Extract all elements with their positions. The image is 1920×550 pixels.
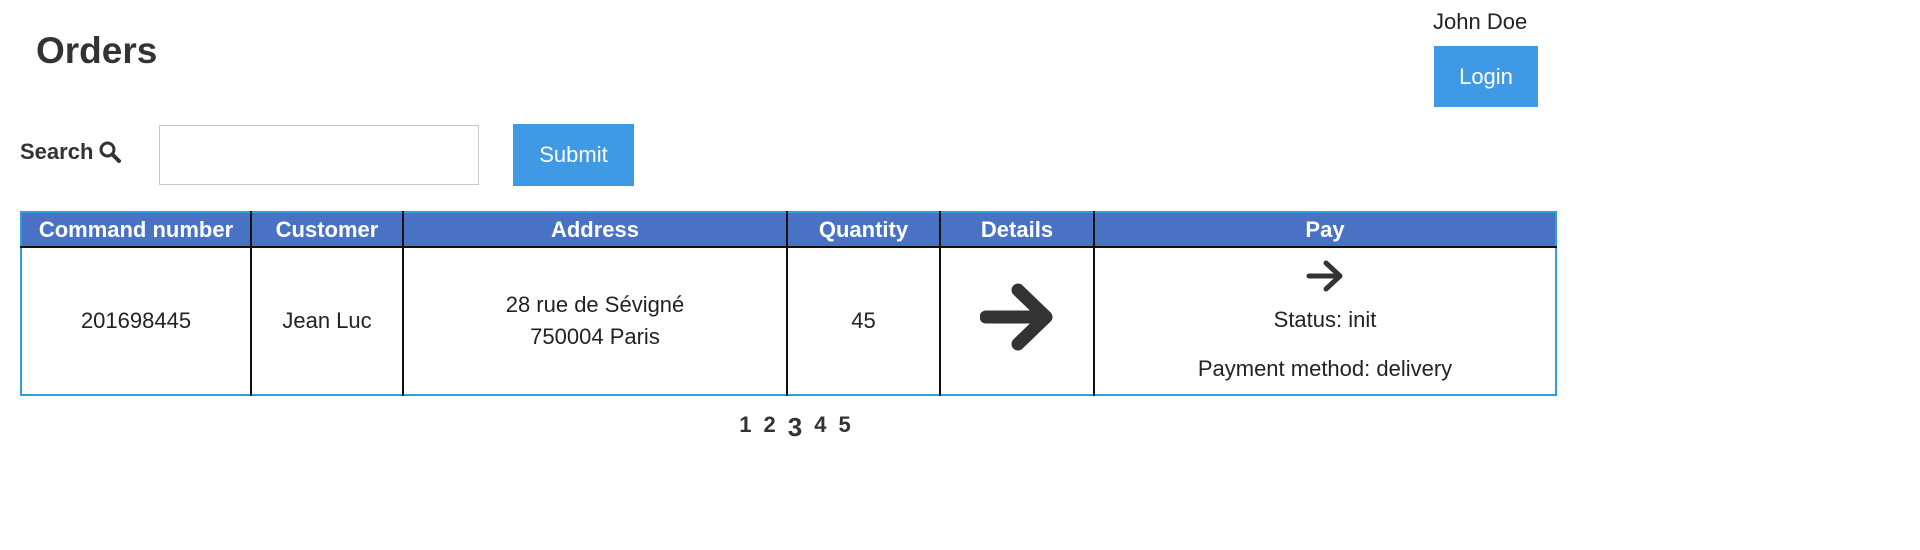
pay-cell: Status: init Payment method: delivery xyxy=(1093,247,1556,395)
column-header-address: Address xyxy=(402,212,787,248)
pagination: 1 2 3 4 5 xyxy=(0,412,1590,443)
column-header-customer: Customer xyxy=(250,212,403,248)
column-header-pay: Pay xyxy=(1093,212,1556,248)
page-link-3-current[interactable]: 3 xyxy=(788,412,802,443)
page-title: Orders xyxy=(36,30,158,71)
column-header-details: Details xyxy=(939,212,1094,248)
search-label: Search xyxy=(20,139,122,165)
page-link-2[interactable]: 2 xyxy=(764,412,776,443)
address-cell: 28 rue de Sévigné 750004 Paris xyxy=(402,247,787,395)
pay-arrow-icon[interactable] xyxy=(1305,258,1345,294)
column-header-quantity: Quantity xyxy=(786,212,940,248)
page-link-1[interactable]: 1 xyxy=(739,412,751,443)
orders-page: Orders John Doe Login Search Submit Comm… xyxy=(0,0,1566,550)
address-line-1: 28 rue de Sévigné xyxy=(505,292,685,317)
search-icon xyxy=(99,141,122,163)
submit-button[interactable]: Submit xyxy=(513,124,634,186)
login-button[interactable]: Login xyxy=(1434,46,1538,107)
search-label-text: Search xyxy=(20,139,94,164)
details-arrow-icon[interactable] xyxy=(979,282,1054,352)
details-cell xyxy=(939,247,1094,395)
customer-cell: Jean Luc xyxy=(250,247,403,395)
orders-table: Command number Customer Address Quantity… xyxy=(20,211,1557,396)
command-number-cell: 201698445 xyxy=(80,308,192,333)
page-link-5[interactable]: 5 xyxy=(838,412,850,443)
column-header-command-number: Command number xyxy=(21,212,251,248)
page-link-4[interactable]: 4 xyxy=(814,412,826,443)
user-name: John Doe xyxy=(1433,9,1528,34)
table-header-row: Command number Customer Address Quantity… xyxy=(21,212,1556,248)
search-input[interactable] xyxy=(159,125,479,185)
table-row: 201698445 Jean Luc 28 rue de Sévigné 750… xyxy=(21,247,1556,395)
pay-status: Status: init xyxy=(1273,306,1377,332)
address-line-2: 750004 Paris xyxy=(530,324,660,349)
payment-method: Payment method: delivery xyxy=(1197,355,1453,381)
quantity-cell: 45 xyxy=(786,247,940,395)
